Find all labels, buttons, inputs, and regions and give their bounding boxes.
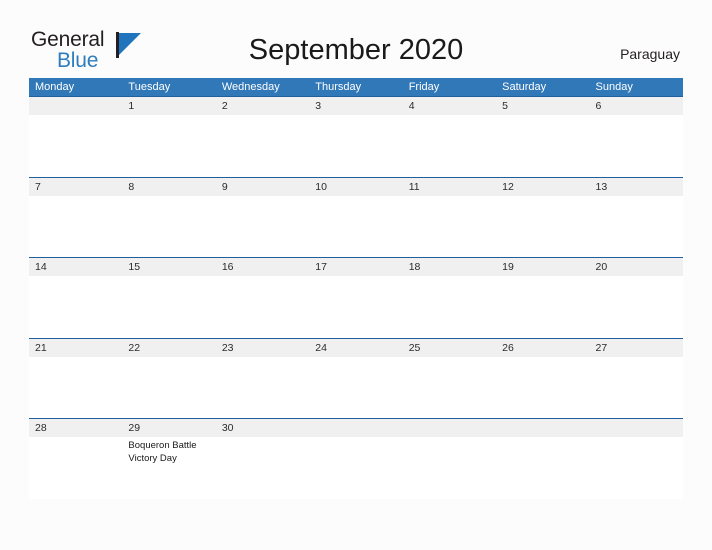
calendar-day-number: 13 — [595, 180, 608, 193]
weekday-header-wednesday: Wednesday — [221, 81, 280, 93]
calendar-week-row: 1 2 3 4 5 6 — [29, 96, 683, 177]
calendar-day-number: 18 — [408, 261, 421, 273]
calendar-day-cell-empty — [402, 419, 497, 499]
calendar-day-number: 16 — [221, 261, 234, 273]
weekday-header-friday: Friday — [408, 81, 440, 93]
calendar-week-row: 7 8 9 10 11 12 13 — [29, 176, 683, 257]
calendar-day-number — [309, 419, 402, 437]
calendar-day-number: 3 — [315, 100, 322, 112]
calendar-day-cell-empty — [496, 419, 590, 499]
calendar-day-number: 6 — [595, 100, 602, 112]
calendar-holiday-label: Boqueron Battle Victory Day — [128, 440, 197, 464]
calendar-day-cell[interactable]: 9 — [215, 177, 310, 257]
page-header: General Blue September 2020 Paraguay — [0, 0, 712, 78]
weekday-header-saturday: Saturday — [502, 81, 547, 93]
calendar-grid: Monday Tuesday Wednesday Thursday Friday… — [29, 78, 683, 499]
weekday-header-sunday: Sunday — [595, 81, 633, 93]
calendar-day-number: 2 — [221, 100, 228, 112]
calendar-day-cell[interactable]: 26 — [496, 338, 590, 418]
calendar-day-cell[interactable]: 14 — [29, 258, 123, 338]
calendar-day-cell[interactable]: 22 — [122, 338, 216, 418]
calendar-day-number: 17 — [315, 261, 327, 273]
calendar-day-number: 8 — [128, 180, 135, 193]
calendar-day-number: 1 — [128, 100, 135, 112]
calendar-day-cell[interactable]: 7 — [29, 177, 123, 257]
calendar-day-number — [496, 419, 589, 437]
calendar-day-number: 19 — [502, 261, 514, 273]
calendar-week-row: 28 29 Boqueron Battle Victory Day 30 — [29, 418, 683, 499]
calendar-day-cell[interactable]: 15 — [122, 258, 216, 338]
calendar-day-number: 29 — [128, 422, 141, 434]
region-label: Paraguay — [620, 46, 680, 62]
calendar-day-cell[interactable]: 18 — [402, 258, 497, 338]
calendar-day-cell[interactable]: 13 — [589, 177, 683, 257]
calendar-day-cell[interactable]: 12 — [496, 177, 590, 257]
calendar-day-number: 24 — [315, 341, 327, 354]
weekday-header-thursday: Thursday — [315, 81, 362, 93]
calendar-day-number: 27 — [595, 341, 608, 354]
page-title: September 2020 — [248, 34, 464, 66]
calendar-day-cell[interactable]: 8 — [122, 177, 216, 257]
calendar-day-number: 22 — [128, 341, 141, 354]
calendar-day-cell[interactable]: 25 — [402, 338, 497, 418]
calendar-day-cell[interactable]: 19 — [496, 258, 590, 338]
calendar-day-number: 15 — [128, 261, 141, 273]
calendar-day-number: 28 — [35, 422, 47, 434]
calendar-day-events: Boqueron Battle Victory Day — [122, 437, 215, 465]
calendar-day-number: 23 — [221, 341, 234, 354]
weekday-header-row: Monday Tuesday Wednesday Thursday Friday… — [29, 78, 683, 96]
weekday-header-tuesday: Tuesday — [128, 81, 171, 93]
calendar-day-number: 25 — [408, 341, 421, 354]
calendar-day-number: 21 — [35, 341, 47, 354]
calendar-day-cell[interactable]: 5 — [496, 97, 590, 177]
calendar-day-cell[interactable]: 29 Boqueron Battle Victory Day — [122, 419, 216, 499]
calendar-day-cell[interactable]: 16 — [215, 258, 310, 338]
calendar-day-number: 30 — [221, 422, 234, 434]
calendar-day-number: 20 — [595, 261, 608, 273]
calendar-day-cell[interactable]: 4 — [402, 97, 497, 177]
calendar-day-number — [29, 97, 122, 115]
calendar-day-cell[interactable]: 30 — [215, 419, 310, 499]
calendar-day-cell[interactable]: 24 — [309, 338, 403, 418]
calendar-day-cell[interactable]: 1 — [122, 97, 216, 177]
calendar-day-number: 14 — [35, 261, 47, 273]
calendar-day-number: 12 — [502, 180, 514, 193]
calendar-day-cell[interactable]: 3 — [309, 97, 403, 177]
calendar-day-number: 4 — [408, 100, 415, 112]
calendar-day-cell[interactable]: 23 — [215, 338, 310, 418]
calendar-weeks: 1 2 3 4 5 6 7 8 9 10 11 12 13 14 15 16 17 18 19 20 21 22 23 24 2… — [29, 96, 683, 499]
calendar-day-number: 9 — [221, 180, 228, 193]
calendar-day-number: 10 — [315, 180, 327, 193]
calendar-day-cell[interactable]: 28 — [29, 419, 123, 499]
calendar-day-number: 26 — [502, 341, 514, 354]
calendar-day-cell[interactable]: 21 — [29, 338, 123, 418]
calendar-day-number — [590, 419, 683, 437]
calendar-day-cell[interactable]: 17 — [309, 258, 403, 338]
calendar-day-cell[interactable]: 20 — [589, 258, 683, 338]
calendar-day-cell[interactable]: 10 — [309, 177, 403, 257]
calendar-day-cell[interactable]: 2 — [215, 97, 310, 177]
calendar-day-cell[interactable]: 27 — [589, 338, 683, 418]
calendar-day-number: 11 — [408, 180, 420, 193]
weekday-header-monday: Monday — [35, 81, 75, 93]
calendar-week-row: 21 22 23 24 25 26 27 — [29, 337, 683, 418]
calendar-day-cell[interactable]: 11 — [402, 177, 497, 257]
calendar-day-cell[interactable]: 6 — [589, 97, 683, 177]
calendar-day-cell-empty — [29, 97, 123, 177]
calendar-day-number: 5 — [502, 100, 508, 112]
calendar-day-cell-empty — [589, 419, 683, 499]
calendar-day-cell-empty — [309, 419, 403, 499]
calendar-week-row: 14 15 16 17 18 19 20 — [29, 257, 683, 338]
calendar-day-number: 7 — [35, 180, 41, 193]
calendar-day-number — [403, 419, 496, 437]
